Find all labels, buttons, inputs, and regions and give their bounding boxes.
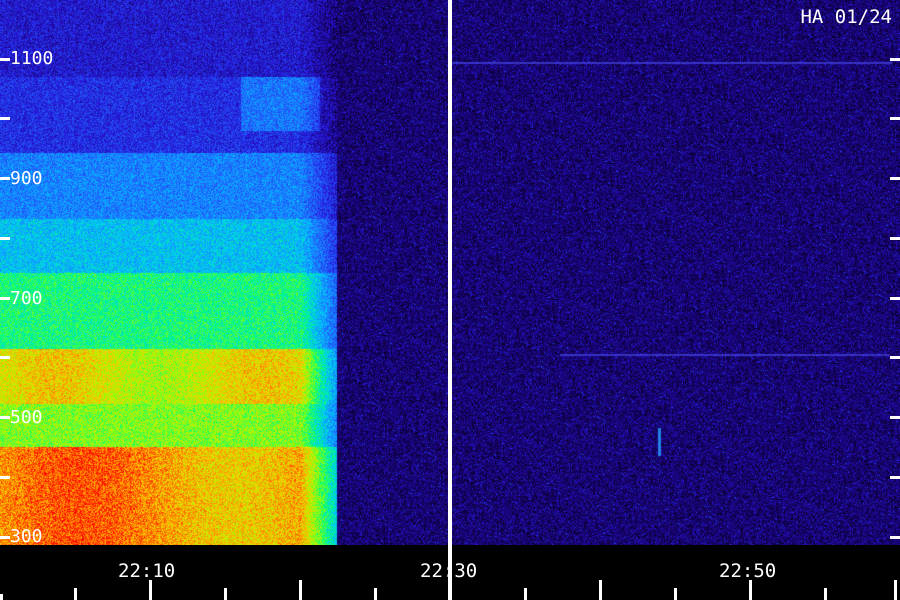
x-tick-major: [149, 580, 152, 600]
y-tick-left: [0, 476, 10, 479]
y-tick-left: [0, 117, 10, 120]
y-tick-left: [0, 177, 10, 180]
x-tick-major: [749, 580, 752, 600]
y-tick-right: [890, 476, 900, 479]
x-tick-major: [299, 580, 302, 600]
y-tick-left: [0, 356, 10, 359]
y-tick-right: [890, 117, 900, 120]
y-label-900: 900: [10, 168, 43, 189]
y-label-300: 300: [10, 526, 43, 547]
x-tick-minor: [74, 588, 77, 600]
station-title: HA 01/24: [800, 6, 892, 28]
x-tick-major: [599, 580, 602, 600]
x-tick-major: [894, 580, 897, 600]
y-tick-left: [0, 58, 10, 61]
x-tick-minor: [524, 588, 527, 600]
x-tick-minor: [824, 588, 827, 600]
x-tick-minor: [224, 588, 227, 600]
x-label-2230: 22:30: [420, 560, 478, 582]
y-tick-right: [890, 297, 900, 300]
panel-divider: [448, 0, 452, 600]
y-tick-left: [0, 536, 10, 539]
y-label-500: 500: [10, 407, 43, 428]
y-label-1100: 1100: [10, 48, 54, 69]
y-tick-right: [890, 177, 900, 180]
x-tick-minor: [674, 588, 677, 600]
y-tick-right: [890, 536, 900, 539]
y-tick-right: [890, 237, 900, 240]
y-tick-left: [0, 416, 10, 419]
y-tick-left: [0, 297, 10, 300]
x-label-2210: 22:10: [118, 560, 176, 582]
y-tick-left: [0, 237, 10, 240]
spectrogram-view: HA 01/24 1100 900 700 500 300 22:10 22:3…: [0, 0, 900, 600]
x-tick-minor: [374, 588, 377, 600]
y-tick-right: [890, 58, 900, 61]
y-tick-right: [890, 416, 900, 419]
y-tick-right: [890, 356, 900, 359]
x-tick-minor: [0, 594, 3, 600]
x-label-2250: 22:50: [719, 560, 777, 582]
y-label-700: 700: [10, 288, 43, 309]
